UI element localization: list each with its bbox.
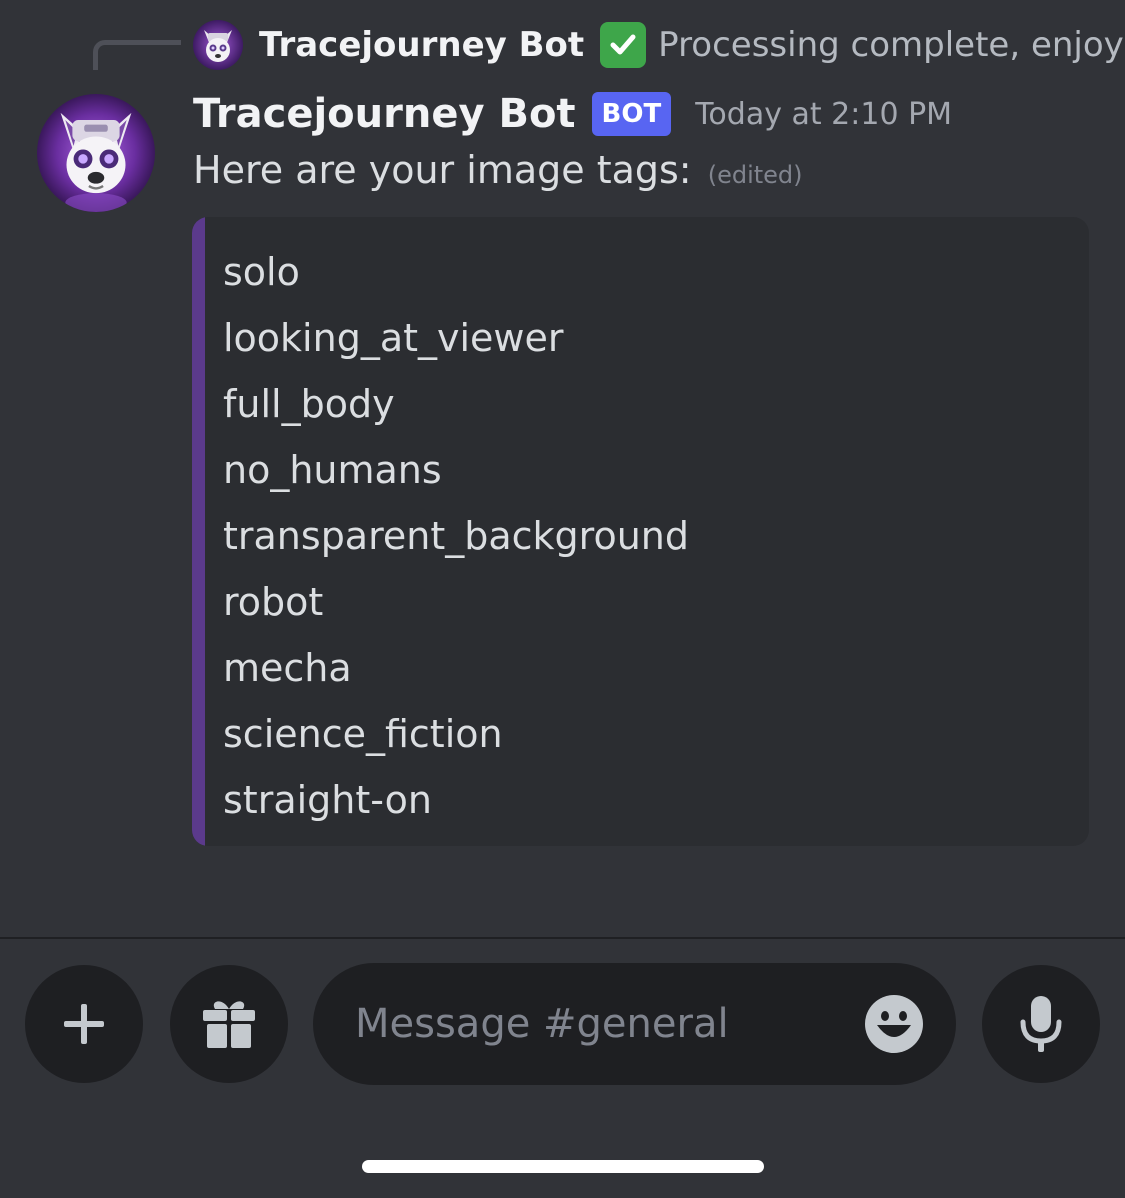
discord-chat-screen: Tracejourney Bot Processing complete, en… (0, 0, 1125, 1198)
gift-button[interactable] (170, 965, 288, 1083)
home-indicator[interactable] (362, 1160, 764, 1173)
tag-item: science_fiction (223, 712, 503, 756)
author-avatar[interactable] (37, 94, 155, 212)
author-name[interactable]: Tracejourney Bot (193, 91, 576, 137)
check-mark-emoji-icon (600, 22, 647, 68)
tag-item: transparent_background (223, 514, 690, 558)
tag-item: robot (223, 580, 324, 624)
message-embed[interactable]: solo looking_at_viewer full_body no_huma… (192, 217, 1089, 846)
tag-item: no_humans (223, 448, 442, 492)
microphone-icon (1020, 996, 1062, 1052)
tag-item: mecha (223, 646, 352, 690)
message-text: Here are your image tags: (193, 148, 692, 192)
embed-accent-bar (192, 217, 205, 846)
gift-icon (203, 1001, 255, 1048)
message-timestamp: Today at 2:10 PM (695, 96, 953, 132)
tag-item: full_body (223, 382, 395, 426)
edited-label: (edited) (707, 161, 803, 189)
message-header: Tracejourney Bot BOT Today at 2:10 PM (193, 86, 952, 142)
composer-divider (0, 937, 1125, 939)
message-composer[interactable] (313, 963, 956, 1085)
message-input[interactable] (355, 963, 835, 1085)
attach-button[interactable] (25, 965, 143, 1083)
robot-dog-avatar-icon (37, 94, 155, 212)
voice-message-button[interactable] (982, 965, 1100, 1083)
reply-preview[interactable]: Tracejourney Bot Processing complete, en… (193, 20, 1125, 70)
emoji-smile-icon[interactable] (863, 993, 925, 1055)
reply-text[interactable]: Processing complete, enjoy! (658, 25, 1125, 65)
message-content[interactable]: Here are your image tags: (edited) (193, 148, 803, 192)
plus-icon (64, 1004, 104, 1044)
tag-item: straight-on (223, 778, 433, 822)
reply-connector (93, 40, 181, 70)
tag-list: solo looking_at_viewer full_body no_huma… (223, 239, 689, 833)
tag-item: solo (223, 250, 300, 294)
tag-item: looking_at_viewer (223, 316, 564, 360)
reply-author-name[interactable]: Tracejourney Bot (259, 25, 584, 65)
bot-badge: BOT (591, 92, 672, 136)
reply-author-avatar-icon[interactable] (193, 20, 243, 70)
